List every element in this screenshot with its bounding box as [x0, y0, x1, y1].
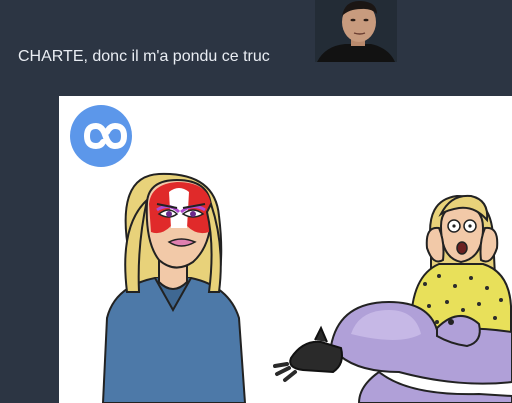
user-photo-avatar — [315, 0, 397, 62]
avatar[interactable] — [315, 0, 397, 62]
infinity-link-icon — [70, 105, 132, 167]
cartoon-illustration — [59, 96, 512, 403]
attachment-image[interactable] — [59, 96, 512, 403]
message-text: CHARTE, donc il m'a pondu ce truc — [18, 48, 270, 65]
